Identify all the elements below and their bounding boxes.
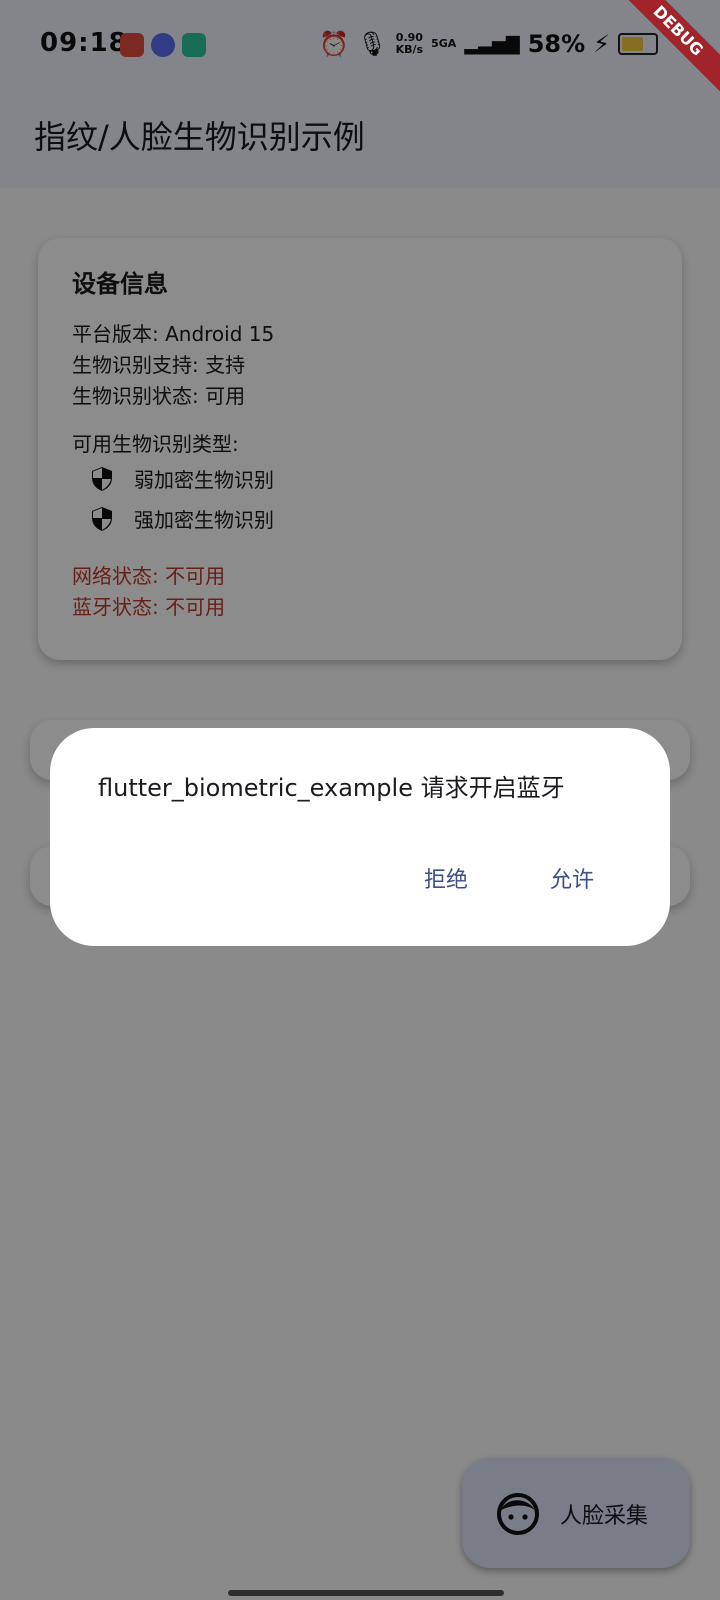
deny-button[interactable]: 拒绝 [424, 862, 468, 894]
allow-button[interactable]: 允许 [550, 862, 594, 894]
dialog-message: flutter_biometric_example 请求开启蓝牙 [98, 774, 565, 802]
bluetooth-permission-dialog: flutter_biometric_example 请求开启蓝牙 拒绝 允许 [50, 728, 670, 946]
